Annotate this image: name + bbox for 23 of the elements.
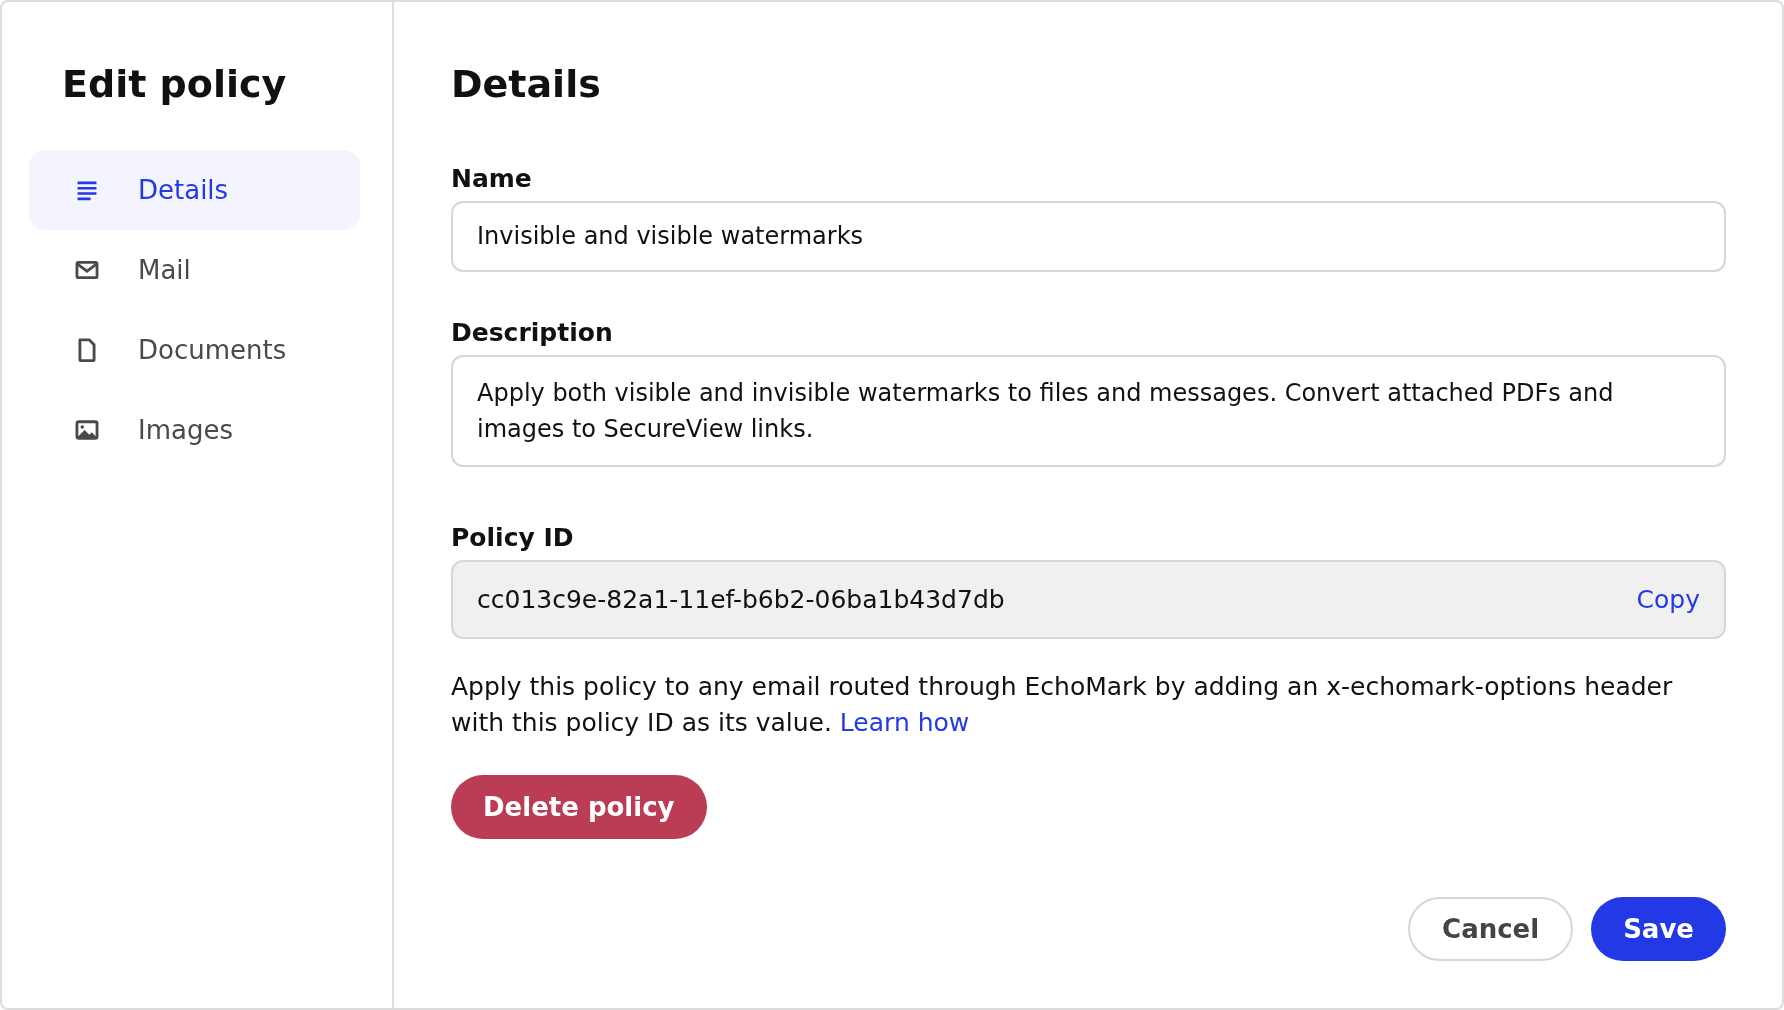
policy-id-value: cc013c9e-82a1-11ef-b6b2-06ba1b43d7db: [477, 584, 1005, 614]
help-text: Apply this policy to any email routed through EchoMark by adding an x-echomark-options header with this policy ID as its value. Learn how: [451, 670, 1674, 739]
sidebar-item-label: Images: [138, 414, 233, 445]
policy-id-field[interactable]: cc013c9e-82a1-11ef-b6b2-06ba1b43d7db Copy: [451, 559, 1726, 639]
sidebar-item-label: Documents: [138, 334, 287, 365]
sidebar-item[interactable]: Details: [29, 149, 360, 230]
sidebar-item[interactable]: Images: [29, 389, 360, 470]
description-text-area[interactable]: Apply both visible and invisible watermarks to files and messages. Convert attached PDFs and images to SecureView links.: [451, 354, 1726, 467]
field-label: Policy ID: [451, 522, 575, 552]
field-label: Name: [451, 163, 533, 193]
copy-link[interactable]: Copy: [1636, 584, 1700, 614]
field-label: Description: [451, 317, 614, 347]
page-title: Edit policy: [62, 62, 288, 108]
section-heading: Details: [451, 62, 602, 108]
sidebar-item-label: Details: [138, 174, 229, 205]
cancel-button[interactable]: Cancel: [1408, 896, 1574, 961]
name-input-field[interactable]: Invisible and visible watermarks: [451, 200, 1726, 272]
delete-policy-button[interactable]: Delete policy: [451, 774, 707, 839]
learn-how-link[interactable]: Learn how: [839, 707, 970, 737]
sidebar-item[interactable]: Documents: [29, 309, 360, 390]
save-button[interactable]: Save: [1591, 896, 1726, 961]
sidebar-item[interactable]: Mail: [29, 229, 360, 310]
sidebar-item-label: Mail: [138, 254, 191, 285]
